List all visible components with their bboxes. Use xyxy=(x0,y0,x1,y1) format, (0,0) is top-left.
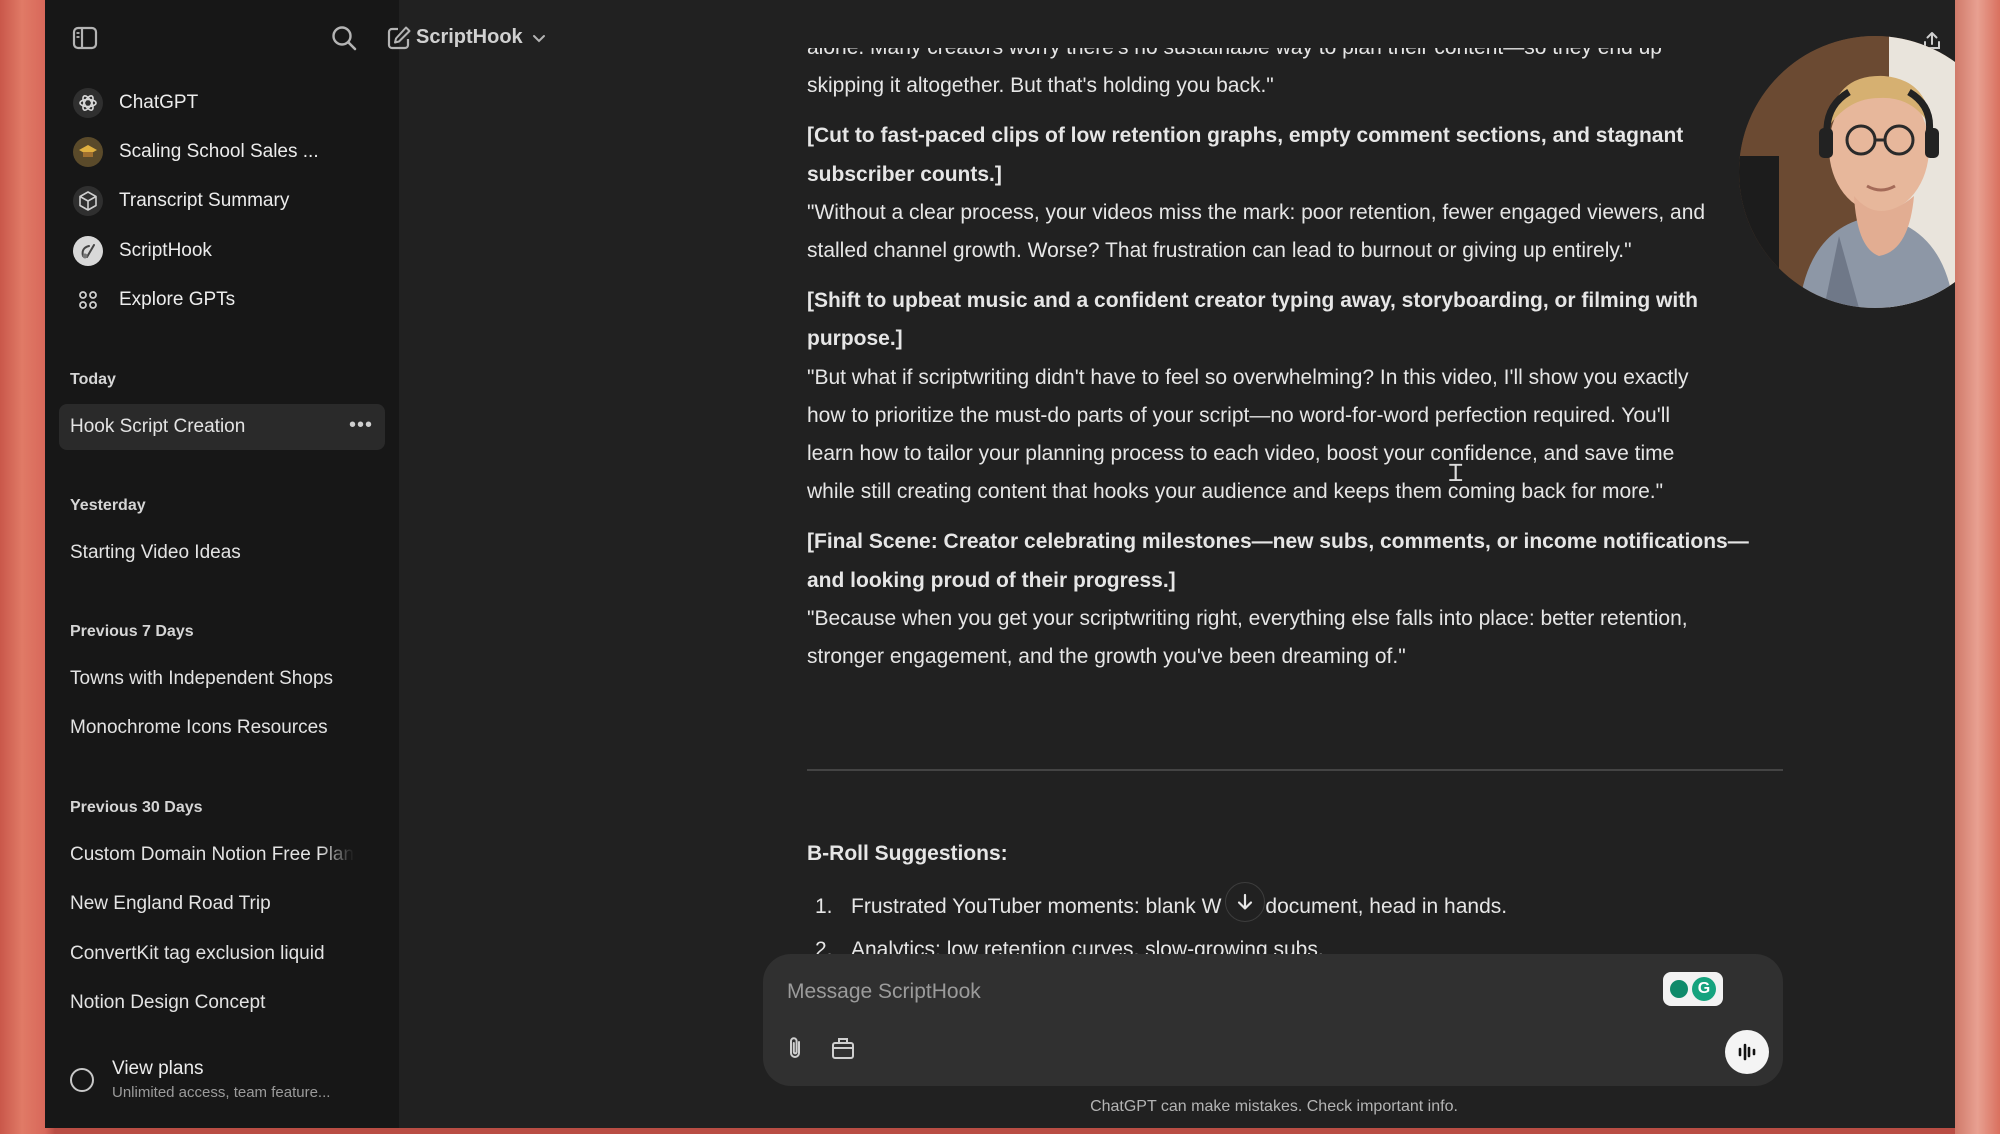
message-line-bold: subscriber counts.] xyxy=(807,162,1002,186)
disclaimer-text: ChatGPT can make mistakes. Check importa… xyxy=(1090,1098,1458,1115)
message-line-bold: [Final Scene: Creator celebrating milest… xyxy=(807,530,1749,554)
search-icon[interactable] xyxy=(324,18,364,58)
section-label-today: Today xyxy=(70,371,116,388)
scroll-to-bottom-button[interactable] xyxy=(1225,882,1265,922)
conversation-item[interactable]: ConvertKit tag exclusion liquid xyxy=(59,931,385,977)
message-line: alone. Many creators worry there's no su… xyxy=(807,48,1797,67)
bulb-icon xyxy=(1670,980,1688,998)
message-line: how to prioritize the must-do parts of y… xyxy=(807,403,1671,427)
list-item: 1. Frustrated YouTuber moments: blank W do… xyxy=(815,888,1507,926)
grid-icon xyxy=(73,285,103,315)
message-input[interactable] xyxy=(787,974,1647,1010)
sidebar-gpt-label: Explore GPTs xyxy=(119,289,236,310)
sidebar-gpt-scaling-school-sales[interactable]: Scaling School Sales ... xyxy=(67,130,377,174)
waveform-icon xyxy=(1738,1043,1756,1061)
message-line-bold: [Shift to upbeat music and a confident c… xyxy=(807,289,1699,313)
toggle-sidebar-icon[interactable] xyxy=(65,18,105,58)
chevron-down-icon xyxy=(532,34,545,42)
list-number: 1. xyxy=(815,895,833,918)
gpt-avatar-icon xyxy=(73,236,103,266)
sidebar-gpt-label: Scaling School Sales ... xyxy=(119,141,319,162)
conversation-title: ConvertKit tag exclusion liquid xyxy=(70,943,325,964)
section-label-yesterday: Yesterday xyxy=(70,497,146,514)
message-line: skipping it altogether. But that's holdi… xyxy=(807,74,1274,98)
voice-mode-button[interactable] xyxy=(1725,1030,1769,1074)
gpt-avatar-icon xyxy=(73,137,103,167)
cube-icon xyxy=(73,186,103,216)
grammarly-g-icon: G xyxy=(1692,977,1716,1001)
message-line: while still creating content that hooks … xyxy=(807,480,1664,504)
more-options-icon[interactable]: ••• xyxy=(349,414,373,437)
conversation-item[interactable]: Notion Design Concept xyxy=(59,980,385,1026)
section-label-previous-30-days: Previous 30 Days xyxy=(70,799,203,816)
sidebar-gpt-transcript-summary[interactable]: Transcript Summary xyxy=(67,179,377,223)
conversation-item[interactable]: Starting Video Ideas xyxy=(59,530,385,576)
sidebar-gpt-label: ScriptHook xyxy=(119,240,212,261)
section-label-previous-7-days: Previous 7 Days xyxy=(70,623,194,640)
message-line: "Because when you get your scriptwriting… xyxy=(807,606,1688,630)
conversation-item[interactable]: New England Road Trip xyxy=(59,881,385,927)
list-text: Frustrated YouTuber moments: blank W xyxy=(851,895,1222,918)
conversation-item[interactable]: Hook Script Creation ••• xyxy=(59,404,385,450)
conversation-title: New England Road Trip xyxy=(70,893,271,914)
grammarly-extension-icon[interactable]: G xyxy=(1663,972,1723,1006)
attach-icon[interactable] xyxy=(777,1030,813,1066)
message-line: "But what if scriptwriting didn't have t… xyxy=(807,365,1689,389)
message-line-bold: and looking proud of their progress.] xyxy=(807,568,1176,592)
conversation-title: Starting Video Ideas xyxy=(70,542,241,563)
view-plans-title: View plans xyxy=(112,1058,204,1079)
tools-icon[interactable] xyxy=(825,1030,861,1066)
broll-list: 1. Frustrated YouTuber moments: blank W do… xyxy=(815,888,1507,926)
main-panel: ScriptHook alone. Many creators worry th… xyxy=(399,0,1955,1128)
conversation-title: Towns with Independent Shops xyxy=(70,668,334,689)
view-plans-button[interactable]: View plans Unlimited access, team featur… xyxy=(70,1054,380,1106)
message-line-bold: [Cut to fast-paced clips of low retentio… xyxy=(807,124,1684,148)
message-composer: G xyxy=(763,954,1783,1086)
list-text: document, head in hands. xyxy=(1265,895,1508,918)
sidebar-gpt-chatgpt[interactable]: ChatGPT xyxy=(67,81,377,125)
sidebar-explore-gpts[interactable]: Explore GPTs xyxy=(67,278,377,322)
background-right xyxy=(1955,0,2000,1134)
openai-logo-icon xyxy=(73,88,103,118)
message-line: learn how to tailor your planning proces… xyxy=(807,442,1675,466)
message-line-bold: purpose.] xyxy=(807,327,903,351)
model-selector[interactable]: ScriptHook xyxy=(416,26,547,49)
message-line: stronger engagement, and the growth you'… xyxy=(807,645,1406,669)
upgrade-icon xyxy=(70,1068,94,1092)
conversation-item[interactable]: Towns with Independent Shops xyxy=(59,656,385,702)
assistant-message: alone. Many creators worry there's no su… xyxy=(807,48,1797,954)
conversation-item[interactable]: Monochrome Icons Resources xyxy=(59,705,385,751)
divider xyxy=(807,769,1783,771)
model-name: ScriptHook xyxy=(416,26,523,48)
conversation-title: Monochrome Icons Resources xyxy=(70,717,328,738)
chatgpt-app-window: ChatGPT Scaling School Sales ... Transcr… xyxy=(45,0,1955,1128)
sidebar-toolbar xyxy=(45,18,411,64)
conversation-title: Hook Script Creation xyxy=(70,416,246,437)
sidebar-gpt-scripthook[interactable]: ScriptHook xyxy=(67,229,377,273)
message-line: stalled channel growth. Worse? That frus… xyxy=(807,239,1632,263)
conversation-title: Notion Design Concept xyxy=(70,992,266,1013)
arrow-down-icon xyxy=(1237,893,1253,910)
sidebar-gpt-label: Transcript Summary xyxy=(119,190,290,211)
view-plans-subtitle: Unlimited access, team feature... xyxy=(112,1084,331,1101)
conversation-title: Custom Domain Notion Free Plan xyxy=(70,844,355,865)
text-cursor-icon: Ɪ xyxy=(1449,460,1463,487)
message-line: "Without a clear process, your videos mi… xyxy=(807,200,1706,224)
broll-heading: B-Roll Suggestions: xyxy=(807,842,1008,865)
sidebar-gpt-label: ChatGPT xyxy=(119,92,199,113)
conversation-item[interactable]: Custom Domain Notion Free Plan xyxy=(59,832,385,878)
sidebar: ChatGPT Scaling School Sales ... Transcr… xyxy=(45,0,411,1128)
